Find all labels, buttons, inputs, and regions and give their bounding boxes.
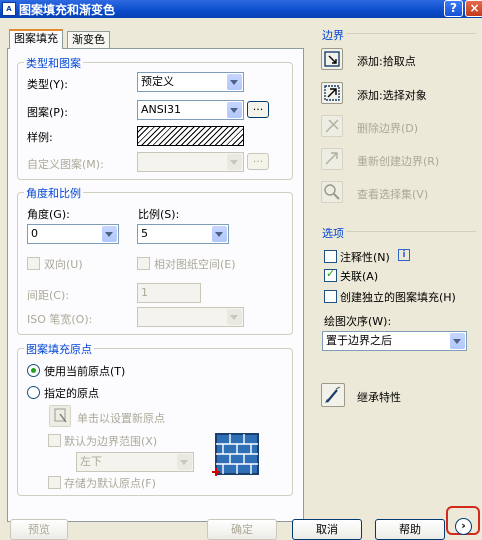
pattern-select[interactable]: ANSI31 [137,100,244,120]
origin-position-value: 左下 [80,455,102,468]
inherit-properties-label[interactable]: 继承特性 [357,389,401,405]
boundaries-title: 边界 [320,27,346,43]
pattern-label: 图案(P): [27,106,68,119]
draw-order-label: 绘图次序(W): [324,315,392,328]
chevron-down-icon [227,309,242,325]
custom-pattern-label: 自定义图案(M): [27,158,104,171]
use-current-origin-radio[interactable] [27,364,40,377]
type-pattern-title: 类型和图案 [24,55,83,71]
add-pick-button[interactable] [321,48,343,70]
help-icon[interactable]: ? [444,0,463,17]
set-origin-label: 单击以设置新原点 [77,412,165,425]
chevron-down-icon [227,154,242,170]
sample-label: 样例: [27,131,53,144]
pattern-select-value: ANSI31 [141,103,181,116]
remove-boundary-icon [325,119,339,133]
view-selections-button[interactable] [321,181,343,203]
annotative-checkbox[interactable] [324,250,337,263]
chevron-down-icon [212,226,227,242]
set-origin-button[interactable] [49,405,71,427]
separate-hatches-label: 创建独立的图案填充(H) [340,291,456,304]
recreate-boundary-icon [325,152,338,165]
remove-boundaries-button[interactable] [321,115,343,137]
associative-label: 关联(A) [340,270,379,283]
chevron-down-icon [177,454,192,470]
type-label: 类型(Y): [27,78,69,91]
iso-pen-width-label: ISO 笔宽(O): [27,313,93,326]
type-select-value: 预定义 [141,75,174,88]
pick-origin-icon [54,408,67,423]
draw-order-select[interactable]: 置于边界之后 [322,331,467,351]
boundaries-divider [346,33,476,34]
spacing-input-value: 1 [141,286,148,299]
chevron-down-icon [450,333,465,349]
origin-position-select[interactable]: 左下 [76,452,194,472]
spacing-input[interactable]: 1 [137,283,201,303]
annotative-label: 注释性(N) [340,251,390,264]
preview-button[interactable]: 预览 [10,519,68,540]
specified-origin-radio[interactable] [27,386,40,399]
more-options-button[interactable]: › [455,518,472,535]
tab-gradient[interactable]: 渐变色 [67,31,110,48]
add-select-label[interactable]: 添加:选择对象 [357,87,427,103]
associative-checkbox[interactable] [324,267,337,282]
default-extents-label: 默认为边界范围(X) [64,435,158,448]
brush-icon [325,386,341,403]
store-default-origin-checkbox[interactable] [48,476,61,489]
info-icon[interactable]: i [398,249,410,261]
add-select-button[interactable] [321,82,343,104]
angle-select-value: 0 [31,227,38,240]
custom-pattern-browse-button[interactable]: ... [247,153,269,170]
inherit-properties-button[interactable] [321,383,345,407]
separate-hatches-checkbox[interactable] [324,290,337,303]
hatch-origin-title: 图案填充原点 [24,341,94,357]
tab-hatch[interactable]: 图案填充 [9,29,63,49]
chevron-down-icon [227,102,242,118]
view-selections-label[interactable]: 查看选择集(V) [357,186,428,202]
scale-select-value: 5 [141,227,148,240]
close-icon[interactable]: × [465,0,482,17]
default-extents-checkbox[interactable] [48,434,61,447]
pick-points-icon [324,51,340,67]
chevron-down-icon [227,74,242,90]
recreate-boundary-label[interactable]: 重新创建边界(R) [357,153,439,169]
title-bar: A 图案填充和渐变色 ? × [0,0,482,18]
help-button[interactable]: 帮助 [375,519,445,540]
scale-select[interactable]: 5 [137,224,229,244]
angle-select[interactable]: 0 [27,224,119,244]
origin-preview-icon [212,433,259,476]
app-icon: A [2,2,16,16]
draw-order-value: 置于边界之后 [326,334,392,347]
options-title: 选项 [320,225,346,241]
chevron-down-icon [102,226,117,242]
angle-scale-title: 角度和比例 [24,185,83,201]
select-objects-icon [324,85,340,101]
specified-origin-label: 指定的原点 [44,387,99,400]
magnifier-icon [324,184,340,200]
angle-label: 角度(G): [27,208,70,221]
scale-label: 比例(S): [138,208,180,221]
use-current-origin-label: 使用当前原点(T) [44,365,126,378]
double-checkbox[interactable] [27,257,40,270]
ok-button[interactable]: 确定 [207,519,277,540]
type-select[interactable]: 预定义 [137,72,244,92]
iso-pen-width-select[interactable] [137,307,244,327]
hatch-sample-swatch[interactable] [137,126,244,146]
remove-boundaries-label[interactable]: 删除边界(D) [357,120,418,136]
cancel-button[interactable]: 取消 [292,519,362,540]
pattern-browse-button[interactable]: ... [247,101,269,118]
window-title: 图案填充和渐变色 [19,3,116,17]
relative-paperspace-checkbox[interactable] [137,257,150,270]
options-divider [346,231,476,232]
recreate-boundary-button[interactable] [321,148,343,170]
add-pick-label[interactable]: 添加:拾取点 [357,53,416,69]
relative-paperspace-label: 相对图纸空间(E) [154,258,236,271]
double-label: 双向(U) [44,258,83,271]
spacing-label: 间距(C): [27,289,69,302]
store-default-origin-label: 存储为默认原点(F) [64,477,156,490]
custom-pattern-select[interactable] [137,152,244,172]
